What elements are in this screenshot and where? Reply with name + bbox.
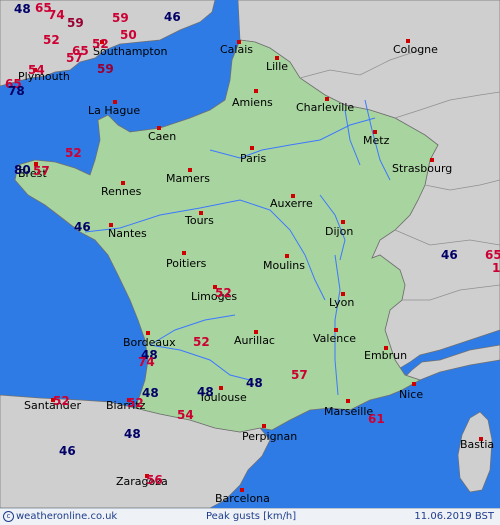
- city-dot: [412, 382, 416, 386]
- gust-value: 50: [120, 28, 137, 42]
- gust-value: 52: [215, 286, 232, 300]
- gust-value: 48: [142, 386, 159, 400]
- site-link[interactable]: weatheronline.co.uk: [16, 511, 117, 522]
- gust-value: 52: [43, 33, 60, 47]
- gust-value: 48: [246, 376, 263, 390]
- city-label-strasbourg: Strasbourg: [392, 162, 453, 175]
- gust-value: 46: [164, 10, 181, 24]
- city-dot: [182, 251, 186, 255]
- city-label-embrun: Embrun: [364, 349, 408, 362]
- city-label-nice: Nice: [399, 388, 424, 401]
- gust-value: 46: [441, 248, 458, 262]
- map-date: 11.06.2019 BST: [414, 511, 494, 522]
- city-label-valence: Valence: [313, 332, 357, 345]
- map-title: Peak gusts [km/h]: [206, 511, 297, 522]
- gust-value: 56: [146, 473, 163, 487]
- gust-value: 52: [65, 146, 82, 160]
- gust-value: 1: [492, 261, 500, 275]
- city-label-nantes: Nantes: [108, 227, 147, 240]
- city-label-metz: Metz: [363, 134, 390, 147]
- city-label-rennes: Rennes: [101, 185, 142, 198]
- gust-value: 48: [14, 2, 31, 16]
- gust-value: 54: [28, 63, 45, 77]
- city-label-lahague: La Hague: [88, 104, 141, 117]
- gust-value: 57: [33, 164, 50, 178]
- gust-value: 52: [53, 394, 70, 408]
- city-label-tours: Tours: [185, 214, 214, 227]
- gust-value: 80: [14, 163, 31, 177]
- city-label-moulins: Moulins: [263, 259, 306, 272]
- gust-value: 59: [97, 62, 114, 76]
- gust-value: 78: [8, 84, 25, 98]
- gust-value: 65: [72, 44, 89, 58]
- city-label-calais: Calais: [220, 43, 254, 56]
- footer-site[interactable]: c weatheronline.co.uk: [3, 509, 117, 524]
- city-label-lille: Lille: [266, 60, 289, 73]
- gust-value: 59: [67, 16, 84, 30]
- city-dot: [146, 331, 150, 335]
- city-label-perpignan: Perpignan: [242, 430, 298, 443]
- city-dot: [285, 254, 289, 258]
- city-label-lyon: Lyon: [329, 296, 355, 309]
- city-label-aurillac: Aurillac: [234, 334, 275, 347]
- copyright-icon: c: [3, 511, 14, 522]
- city-label-mamers: Mamers: [166, 172, 210, 185]
- footer-bar: c weatheronline.co.uk Peak gusts [km/h] 1…: [0, 508, 500, 525]
- city-label-cologne: Cologne: [393, 43, 438, 56]
- city-label-dijon: Dijon: [325, 225, 354, 238]
- city-label-auxerre: Auxerre: [270, 197, 313, 210]
- city-dot: [341, 220, 345, 224]
- city-dot: [254, 89, 258, 93]
- city-label-poitiers: Poitiers: [166, 257, 207, 270]
- gust-value: 46: [59, 444, 76, 458]
- city-label-paris: Paris: [240, 152, 267, 165]
- gust-value: 74: [48, 8, 65, 22]
- city-label-amiens: Amiens: [232, 96, 273, 109]
- gust-value: 48: [197, 385, 214, 399]
- gust-value: 52: [127, 396, 144, 410]
- city-label-caen: Caen: [148, 130, 177, 143]
- city-dot: [250, 146, 254, 150]
- city-label-marseille: Marseille: [324, 405, 374, 418]
- gust-value: 52: [92, 37, 109, 51]
- city-label-charleville: Charleville: [296, 101, 355, 114]
- gust-value: 57: [291, 368, 308, 382]
- gust-value: 52: [193, 335, 210, 349]
- gust-value: 59: [112, 11, 129, 25]
- city-label-bastia: Bastia: [460, 438, 495, 451]
- gust-value: 74: [138, 355, 155, 369]
- city-dot: [346, 399, 350, 403]
- city-dot: [219, 386, 223, 390]
- weather-map: Calais Cologne Lille Amiens Charleville …: [0, 0, 500, 508]
- gust-value: 46: [74, 220, 91, 234]
- city-label-barcelona: Barcelona: [215, 492, 270, 505]
- gust-value: 48: [124, 427, 141, 441]
- gust-value: 61: [368, 412, 385, 426]
- gust-value: 54: [177, 408, 194, 422]
- city-dot: [262, 424, 266, 428]
